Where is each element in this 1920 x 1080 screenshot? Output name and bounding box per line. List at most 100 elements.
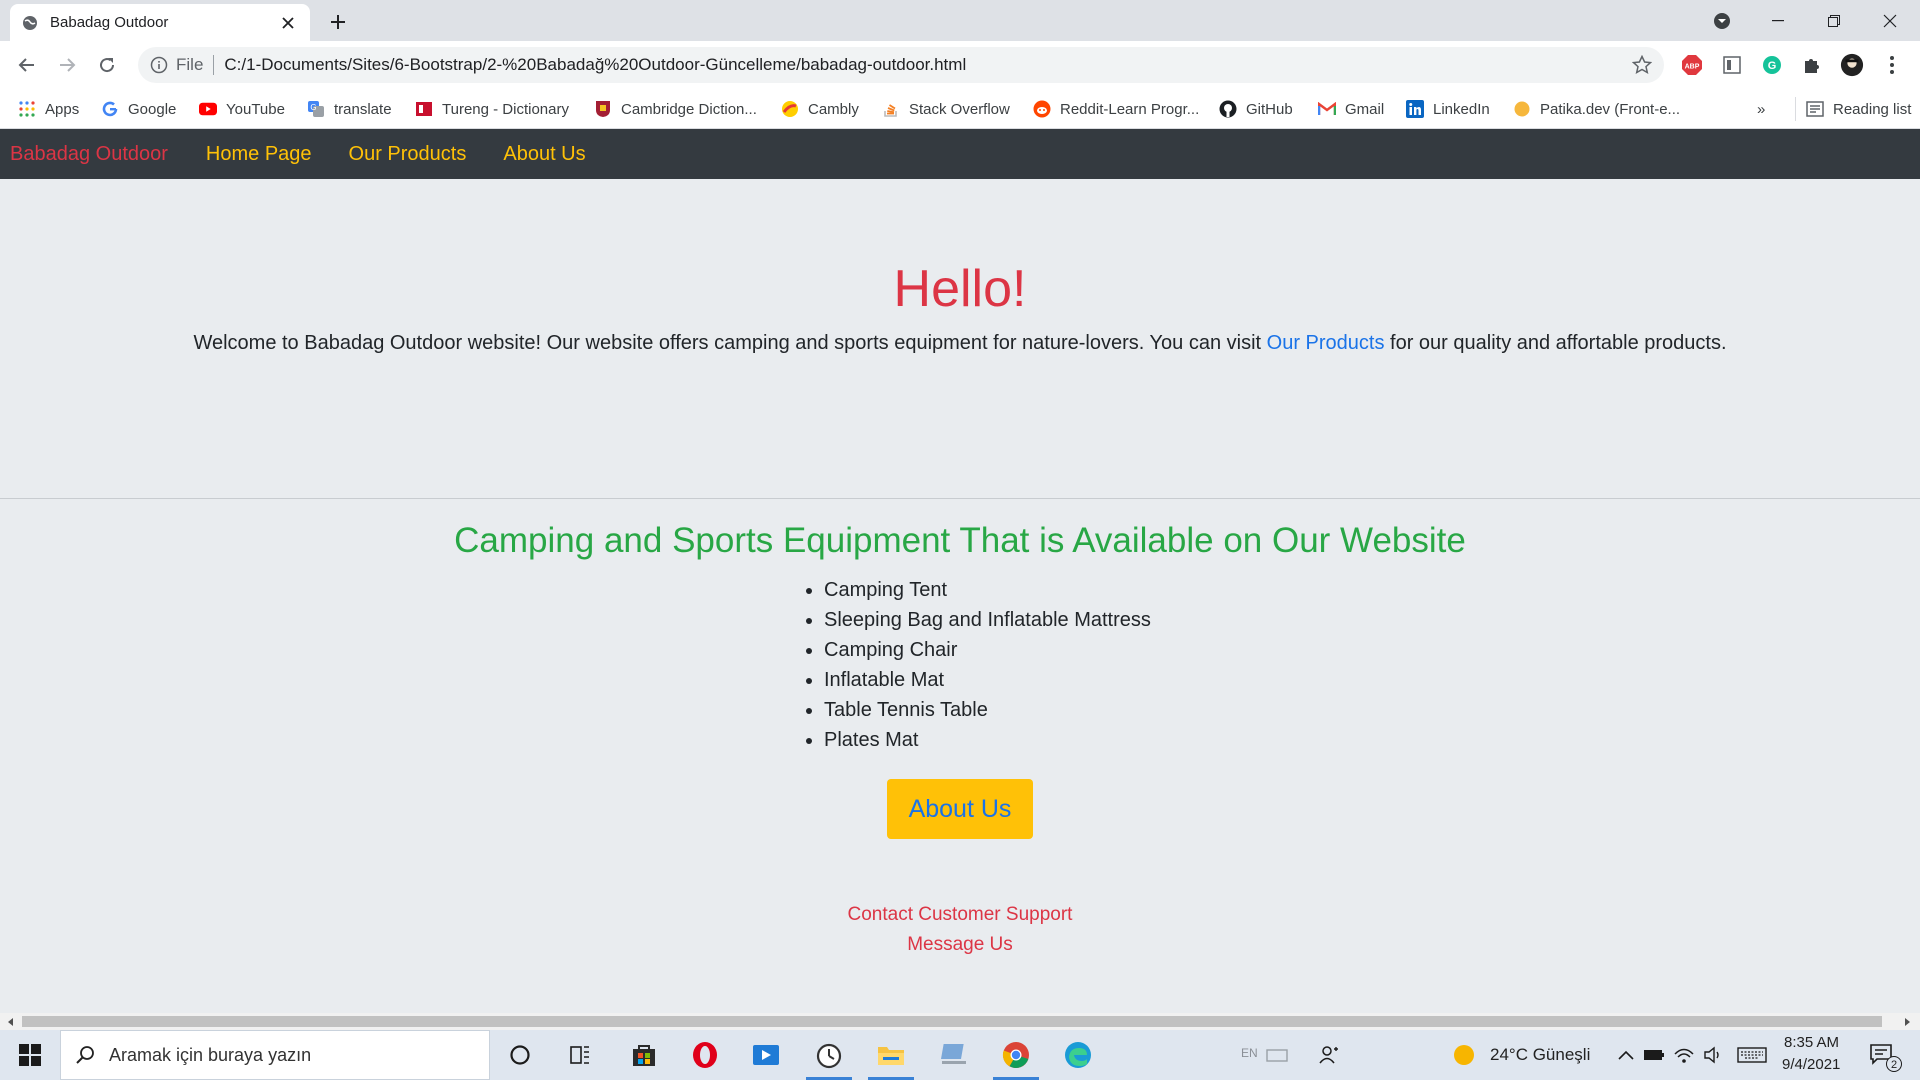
language-indicator[interactable]: EN [1241,1046,1258,1060]
search-placeholder: Aramak için buraya yazın [109,1044,312,1065]
bookmark-star-icon[interactable] [1630,53,1654,77]
tureng-icon [415,100,433,118]
info-icon[interactable] [150,56,168,74]
bookmark-cambridge[interactable]: Cambridge Diction... [594,97,757,121]
restore-icon[interactable] [1806,0,1862,41]
page-viewport: Babadag Outdoor Home Page Our Products A… [0,129,1920,1013]
bookmarks-overflow-chevron[interactable]: » [1757,97,1765,121]
google-icon [101,100,119,118]
taskbar-search-box[interactable]: Aramak için buraya yazın [60,1030,490,1080]
bookmark-label: Cambly [808,100,859,118]
wifi-icon[interactable] [1668,1039,1700,1071]
bookmark-tureng[interactable]: Tureng - Dictionary [415,97,569,121]
bookmark-gmail[interactable]: Gmail [1318,97,1384,121]
bookmark-patika[interactable]: Patika.dev (Front-e... [1513,97,1680,121]
nav-home-page[interactable]: Home Page [206,143,312,166]
close-window-icon[interactable] [1862,0,1918,41]
extensions-puzzle-icon[interactable] [1800,53,1824,77]
bookmark-youtube[interactable]: YouTube [199,97,285,121]
address-bar[interactable]: File C:/1-Documents/Sites/6-Bootstrap/2-… [138,47,1664,83]
chrome-menu-icon[interactable] [1880,53,1904,77]
contact-support-link[interactable]: Contact Customer Support [0,904,1920,926]
edge-icon[interactable] [1062,1039,1094,1071]
translate-icon: G [307,100,325,118]
scroll-left-arrow-icon[interactable] [8,1018,13,1026]
bookmark-apps[interactable]: Apps [18,97,79,121]
patika-icon [1513,100,1531,118]
forward-arrow-icon[interactable] [55,53,79,77]
bookmark-stackoverflow[interactable]: Stack Overflow [882,97,1010,121]
reading-list-icon [1806,100,1824,118]
youtube-icon [199,100,217,118]
url-text[interactable]: C:/1-Documents/Sites/6-Bootstrap/2-%20Ba… [224,55,1630,75]
hero-text-end: for our quality and affortable products. [1384,332,1727,354]
list-item: Camping Chair [824,635,1151,665]
bookmark-translate[interactable]: G translate [307,97,392,121]
weather-text[interactable]: 24°C Güneşli [1490,1045,1590,1065]
list-item: Table Tennis Table [824,695,1151,725]
bookmarks-bar: Apps Google YouTube G translate Tureng -… [0,89,1920,129]
svg-text:ABP: ABP [1685,64,1700,71]
hero-text-start: Welcome to Babadag Outdoor website! Our … [193,332,1267,354]
bookmark-label: Stack Overflow [909,100,1010,118]
clock-date[interactable]: 9/4/2021 [1782,1056,1840,1073]
file-explorer-icon[interactable] [875,1039,907,1071]
tab-title: Babadag Outdoor [50,14,169,31]
message-us-link[interactable]: Message Us [0,934,1920,956]
github-icon [1219,100,1237,118]
list-item: Camping Tent [824,575,1151,605]
page-horizontal-scrollbar[interactable] [0,1013,1920,1030]
scroll-right-arrow-icon[interactable] [1905,1018,1910,1026]
reading-list[interactable]: Reading list [1795,97,1911,121]
gmail-icon [1318,100,1336,118]
bookmark-github[interactable]: GitHub [1219,97,1293,121]
adblock-icon[interactable]: ABP [1680,53,1704,77]
bookmark-google[interactable]: Google [101,97,176,121]
grammarly-icon[interactable]: G [1760,53,1784,77]
browser-toolbar: File C:/1-Documents/Sites/6-Bootstrap/2-… [0,41,1920,89]
battery-icon[interactable] [1638,1039,1670,1071]
windows-start-icon[interactable] [14,1039,46,1071]
media-player-icon[interactable] [750,1039,782,1071]
back-arrow-icon[interactable] [15,53,39,77]
site-brand-link[interactable]: Babadag Outdoor [10,143,168,166]
reload-icon[interactable] [95,53,119,77]
alarms-clock-icon[interactable] [813,1039,845,1071]
equipment-list: Camping Tent Sleeping Bag and Inflatable… [824,575,1151,755]
reader-extension-icon[interactable] [1720,53,1744,77]
close-tab-icon[interactable] [278,13,298,33]
hero-section: Hello! Welcome to Babadag Outdoor websit… [0,179,1920,499]
touch-keyboard-icon[interactable] [1736,1039,1768,1071]
cambly-icon [781,100,799,118]
weather-sun-icon[interactable] [1448,1039,1480,1071]
minimize-icon[interactable] [1750,0,1806,41]
task-view-icon[interactable] [564,1039,596,1071]
nav-about-us[interactable]: About Us [503,143,585,166]
new-tab-icon[interactable] [326,10,350,34]
browser-tab[interactable]: Babadag Outdoor [10,4,310,41]
chrome-icon[interactable] [1000,1039,1032,1071]
bookmark-reddit[interactable]: Reddit-Learn Progr... [1033,97,1199,121]
search-icon [75,1045,95,1065]
about-us-button[interactable]: About Us [887,779,1033,839]
scrollbar-thumb[interactable] [22,1016,1882,1027]
volume-icon[interactable] [1697,1039,1729,1071]
bookmark-cambly[interactable]: Cambly [781,97,859,121]
store-bag-icon[interactable] [628,1039,660,1071]
our-products-link[interactable]: Our Products [1267,332,1385,354]
browser-tab-strip: Babadag Outdoor [0,0,1920,41]
people-icon[interactable] [1314,1039,1346,1071]
reading-list-label: Reading list [1833,100,1912,118]
nav-our-products[interactable]: Our Products [349,143,467,166]
remote-desktop-icon[interactable] [938,1039,970,1071]
clock-time[interactable]: 8:35 AM [1784,1034,1839,1051]
opera-icon[interactable] [689,1039,721,1071]
tab-search-icon[interactable] [1694,0,1750,41]
bookmark-linkedin[interactable]: LinkedIn [1406,97,1490,121]
windows-taskbar: Aramak için buraya yazın EN 24°C Güneşli… [0,1030,1920,1080]
keyboard-layout-icon[interactable] [1261,1039,1293,1071]
profile-avatar[interactable] [1840,53,1864,77]
svg-text:G: G [310,103,316,112]
site-navbar: Babadag Outdoor Home Page Our Products A… [0,129,1920,179]
cortana-icon[interactable] [504,1039,536,1071]
